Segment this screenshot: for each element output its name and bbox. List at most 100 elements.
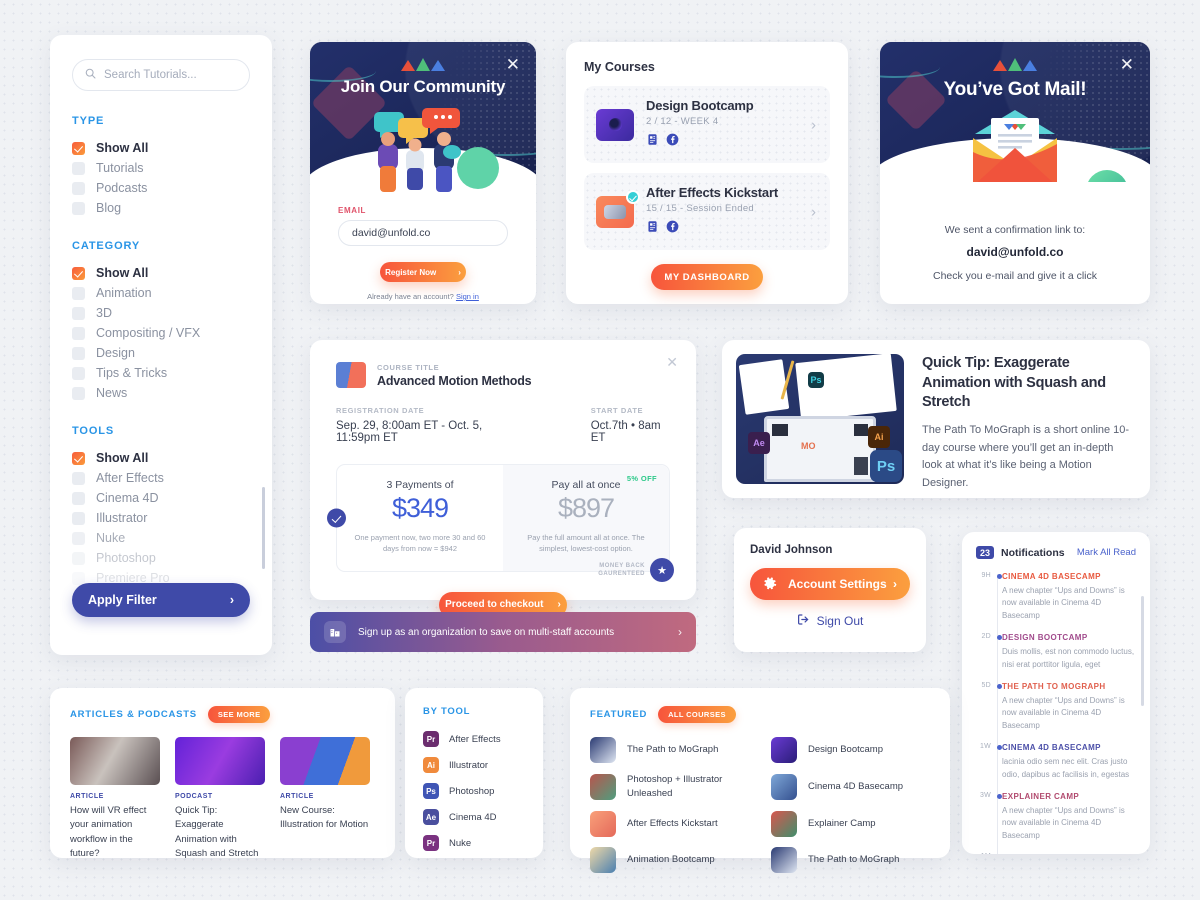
notification-item[interactable]: 5D THE PATH TO MOGRAPH A new chapter “Ups …	[981, 682, 1136, 732]
filter-option[interactable]: Tips & Tricks	[72, 363, 250, 383]
notification-item[interactable]: 3W EXPLAINER CAMP A new chapter “Ups and D…	[980, 792, 1136, 842]
filter-option[interactable]: Illustrator	[72, 508, 250, 528]
completed-check-icon	[626, 189, 640, 204]
account-settings-button[interactable]: Account Settings ›	[750, 568, 910, 600]
notifications-scrollbar[interactable]	[1141, 596, 1144, 706]
notes-icon[interactable]	[646, 220, 659, 238]
facebook-icon[interactable]	[666, 220, 679, 238]
sign-out-button[interactable]: Sign Out	[750, 613, 910, 629]
checkbox-icon[interactable]	[72, 511, 85, 525]
register-now-button[interactable]: Register Now ›	[380, 262, 466, 282]
checkbox-icon[interactable]	[72, 326, 85, 340]
adobe-badge-icon: Pr	[423, 835, 439, 851]
filter-option[interactable]: News	[72, 383, 250, 403]
checkbox-icon[interactable]	[72, 306, 85, 320]
checkbox-icon[interactable]	[72, 346, 85, 360]
filter-option[interactable]: Design	[72, 343, 250, 363]
my-dashboard-button[interactable]: MY DASHBOARD	[651, 264, 763, 290]
quick-tip-card[interactable]: MO Ps Ae Ai Ps Quick Tip: Exaggerate Ani…	[722, 340, 1150, 498]
signin-link[interactable]: Sign in	[456, 292, 479, 301]
email-field[interactable]: david@unfold.co	[338, 220, 508, 246]
filter-option[interactable]: Show All	[72, 263, 250, 283]
course-row[interactable]: Design Bootcamp 2 / 12 - WEEK 4 ›	[584, 86, 830, 163]
filter-option[interactable]: Show All	[72, 448, 250, 468]
checkbox-icon[interactable]	[72, 141, 85, 155]
checkbox-icon[interactable]	[72, 551, 85, 565]
close-icon[interactable]: ✕	[666, 354, 678, 371]
articles-podcasts-card: ARTICLES & PODCASTS SEE MORE ARTICLE How …	[50, 688, 395, 861]
filter-option[interactable]: 3D	[72, 303, 250, 323]
article-card[interactable]: PODCAST Quick Tip: Exaggerate Animation w…	[175, 737, 265, 861]
filter-option-label: Tips & Tricks	[96, 366, 168, 380]
featured-title: The Path to MoGraph	[808, 853, 900, 865]
quick-tip-title: Quick Tip: Exaggerate Animation with Squ…	[922, 355, 1106, 411]
course-row[interactable]: After Effects Kickstart 15 / 15 - Session…	[584, 173, 830, 250]
checkbox-icon[interactable]	[72, 181, 85, 195]
featured-course[interactable]: Photoshop + Illustrator Unleashed	[590, 773, 749, 801]
all-courses-button[interactable]: ALL COURSES	[658, 706, 736, 723]
filter-option[interactable]: Blog	[72, 198, 250, 218]
apply-filter-button[interactable]: Apply Filter ›	[72, 583, 250, 617]
article-card[interactable]: ARTICLE New Course: Illustration for Moti…	[280, 737, 370, 861]
featured-course[interactable]: After Effects Kickstart	[590, 810, 749, 837]
notes-icon[interactable]	[646, 133, 659, 151]
notification-item[interactable]: 2D DESIGN BOOTCAMP Duis mollis, est non co…	[981, 633, 1136, 671]
filter-option[interactable]: Animation	[72, 283, 250, 303]
tool-row[interactable]: Pr After Effects	[423, 731, 525, 747]
filter-option[interactable]: Nuke	[72, 528, 250, 548]
checkbox-icon[interactable]	[72, 571, 85, 585]
checkbox-icon[interactable]	[72, 201, 85, 215]
search-input[interactable]: Search Tutorials...	[72, 59, 250, 91]
filter-option-label: 3D	[96, 306, 112, 320]
featured-course[interactable]: Cinema 4D Basecamp	[771, 773, 930, 801]
checkbox-icon[interactable]	[72, 531, 85, 545]
proceed-label: Proceed to checkout	[445, 599, 544, 610]
checkbox-icon[interactable]	[72, 366, 85, 380]
checkbox-icon[interactable]	[72, 386, 85, 400]
article-card[interactable]: ARTICLE How will VR effect your animation…	[70, 737, 160, 861]
organization-signup-banner[interactable]: Sign up as an organization to save on mu…	[310, 612, 696, 652]
course-name: After Effects Kickstart	[646, 185, 778, 200]
tools-scrollbar[interactable]	[262, 487, 265, 569]
tool-row[interactable]: Ps Photoshop	[423, 783, 525, 799]
featured-course[interactable]: The Path to MoGraph	[590, 737, 749, 763]
course-title-value: Advanced Motion Methods	[377, 373, 532, 388]
featured-thumbnail	[590, 773, 616, 800]
featured-course[interactable]: Design Bootcamp	[771, 737, 930, 763]
filter-option[interactable]: Podcasts	[72, 178, 250, 198]
filter-option[interactable]: Photoshop	[72, 548, 250, 568]
filter-option[interactable]: Cinema 4D	[72, 488, 250, 508]
tool-row[interactable]: Ae Cinema 4D	[423, 809, 525, 825]
notification-title: CINEMA 4D BASECAMP	[1002, 572, 1101, 581]
mark-all-read-button[interactable]: Mark All Read	[1077, 547, 1136, 558]
filter-option[interactable]: Compositing / VFX	[72, 323, 250, 343]
notification-item[interactable]: 9H CINEMA 4D BASECAMP A new chapter “Ups a…	[981, 572, 1136, 622]
filter-option[interactable]: After Effects	[72, 468, 250, 488]
filter-group-title: TOOLS	[72, 425, 115, 437]
notification-age: 9H	[981, 572, 991, 579]
checkbox-icon[interactable]	[72, 161, 85, 175]
chevron-right-icon[interactable]: ›	[811, 203, 816, 220]
plan-installments-title: 3 Payments of	[386, 479, 454, 491]
filter-option[interactable]: Tutorials	[72, 158, 250, 178]
notification-item[interactable]: 1W CINEMA 4D BASECAMP lacinia odio sem ne…	[980, 743, 1136, 781]
plan-full-payment[interactable]: 5% OFF Pay all at once $897 Pay the full…	[503, 465, 669, 571]
checkbox-icon[interactable]	[72, 471, 85, 485]
filter-option[interactable]: Show All	[72, 138, 250, 158]
see-more-button[interactable]: SEE MORE	[207, 706, 271, 723]
plan-installments[interactable]: 3 Payments of $349 One payment now, two …	[337, 465, 503, 571]
mail-line-2: Check you e-mail and give it a click	[933, 270, 1097, 282]
featured-course[interactable]: The Path to MoGraph	[771, 846, 930, 873]
notification-item[interactable]: 1MCINEMA 4D BASECAMPDuis mollis, est non…	[981, 853, 1136, 854]
checkbox-icon[interactable]	[72, 266, 85, 280]
checkbox-icon[interactable]	[72, 286, 85, 300]
tool-row[interactable]: Ai Illustrator	[423, 757, 525, 773]
course-links	[646, 220, 778, 238]
checkbox-icon[interactable]	[72, 451, 85, 465]
featured-course[interactable]: Explainer Camp	[771, 810, 930, 837]
featured-course[interactable]: Animation Bootcamp	[590, 846, 749, 873]
tool-row[interactable]: Pr Nuke	[423, 835, 525, 851]
chevron-right-icon[interactable]: ›	[811, 116, 816, 133]
checkbox-icon[interactable]	[72, 491, 85, 505]
facebook-icon[interactable]	[666, 133, 679, 151]
